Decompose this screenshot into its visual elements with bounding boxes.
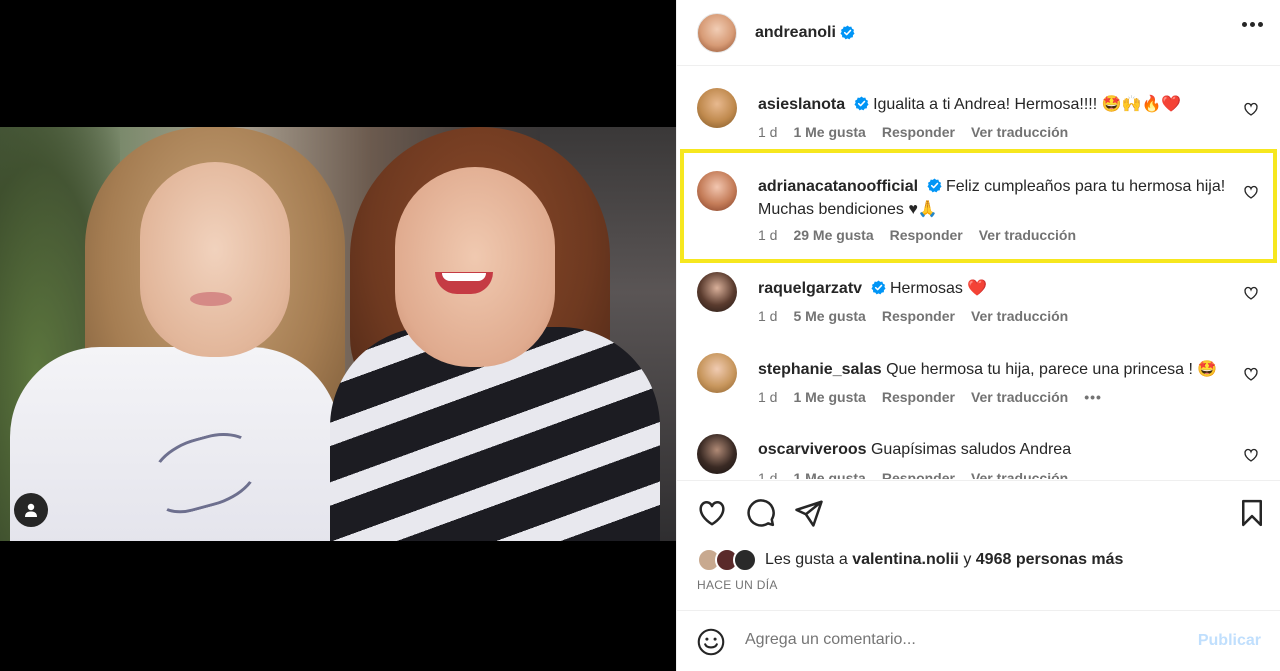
translate-button[interactable]: Ver traducción <box>971 308 1068 324</box>
commenter-username[interactable]: oscarviveroos <box>758 441 867 458</box>
commenter-username[interactable]: raquelgarzatv <box>758 280 862 297</box>
liked-by-username[interactable]: valentina.nolii <box>852 551 959 569</box>
likes-prefix: Les gusta a <box>765 551 848 568</box>
like-comment-heart-icon[interactable] <box>1243 366 1259 382</box>
reply-button[interactable]: Responder <box>882 389 955 405</box>
comment-time[interactable]: 1 d <box>758 470 777 479</box>
reply-button[interactable]: Responder <box>882 124 955 140</box>
liked-by-avatars[interactable] <box>697 548 757 572</box>
translate-button[interactable]: Ver traducción <box>971 389 1068 405</box>
verified-badge-icon <box>840 25 855 40</box>
comment-bubble-icon[interactable] <box>746 498 776 528</box>
comment-emojis: ❤️ <box>967 278 988 297</box>
save-bookmark-icon[interactable] <box>1237 498 1267 528</box>
post-actions-bar <box>677 480 1280 540</box>
comment-time[interactable]: 1 d <box>758 124 777 140</box>
commenter-username[interactable]: asieslanota <box>758 96 845 113</box>
comment-options-icon[interactable]: ••• <box>1084 389 1102 405</box>
author-avatar[interactable] <box>697 12 737 53</box>
author-username[interactable]: andreanoli <box>755 24 836 42</box>
publish-button[interactable]: Publicar <box>1198 632 1261 650</box>
more-options-button[interactable] <box>1242 22 1263 27</box>
tagged-users-button[interactable] <box>14 493 48 527</box>
commenter-avatar[interactable] <box>697 272 737 312</box>
reply-button[interactable]: Responder <box>882 470 955 479</box>
like-heart-icon[interactable] <box>697 498 727 528</box>
reply-button[interactable]: Responder <box>882 308 955 324</box>
comment-input[interactable] <box>745 631 1165 649</box>
commenter-avatar[interactable] <box>697 353 737 393</box>
comment-text: Hermosas <box>889 280 963 297</box>
post-header: andreanoli <box>677 0 1280 66</box>
like-comment-heart-icon[interactable] <box>1243 101 1259 117</box>
post-side-panel: andreanoli asieslanota Igualita a ti And… <box>676 0 1280 671</box>
user-icon <box>25 503 37 517</box>
highlight-box <box>680 149 1277 263</box>
translate-button[interactable]: Ver traducción <box>971 470 1068 479</box>
post-photo[interactable] <box>0 127 676 541</box>
comment-likes[interactable]: 1 Me gusta <box>793 124 865 140</box>
post-media-panel <box>0 0 676 671</box>
translate-button[interactable]: Ver traducción <box>971 124 1068 140</box>
comment-text: Que hermosa tu hija, parece una princesa… <box>886 361 1193 378</box>
comment-emojis: 🤩🙌🔥❤️ <box>1101 94 1182 113</box>
verified-badge-icon <box>854 96 869 111</box>
like-comment-heart-icon[interactable] <box>1243 285 1259 301</box>
like-comment-heart-icon[interactable] <box>1243 447 1259 463</box>
commenter-avatar[interactable] <box>697 88 737 128</box>
ellipsis-icon <box>1242 22 1247 27</box>
likes-conjunction: y <box>963 551 972 568</box>
comment-time[interactable]: 1 d <box>758 308 777 324</box>
likes-summary: Les gusta a valentina.nolii y 4968 perso… <box>697 548 1123 572</box>
emoji-smiley-icon[interactable] <box>697 628 725 656</box>
comment-emojis: 🤩 <box>1197 359 1218 378</box>
comment-text: Guapísimas saludos Andrea <box>870 441 1072 458</box>
commenter-username[interactable]: stephanie_salas <box>758 361 882 378</box>
post-timestamp[interactable]: HACE UN DÍA <box>697 578 778 592</box>
likes-others-count[interactable]: 4968 personas más <box>976 551 1124 569</box>
share-paper-plane-icon[interactable] <box>794 498 824 528</box>
commenter-avatar[interactable] <box>697 434 737 474</box>
comment-likes[interactable]: 5 Me gusta <box>793 308 865 324</box>
comment-likes[interactable]: 1 Me gusta <box>793 389 865 405</box>
comments-list: asieslanota Igualita a ti Andrea! Hermos… <box>677 67 1280 479</box>
add-comment-bar: Publicar <box>677 610 1280 671</box>
comment-likes[interactable]: 1 Me gusta <box>793 470 865 479</box>
comment-time[interactable]: 1 d <box>758 389 777 405</box>
comment-text: Igualita a ti Andrea! Hermosa!!!! <box>873 96 1098 113</box>
verified-badge-icon <box>870 280 886 295</box>
